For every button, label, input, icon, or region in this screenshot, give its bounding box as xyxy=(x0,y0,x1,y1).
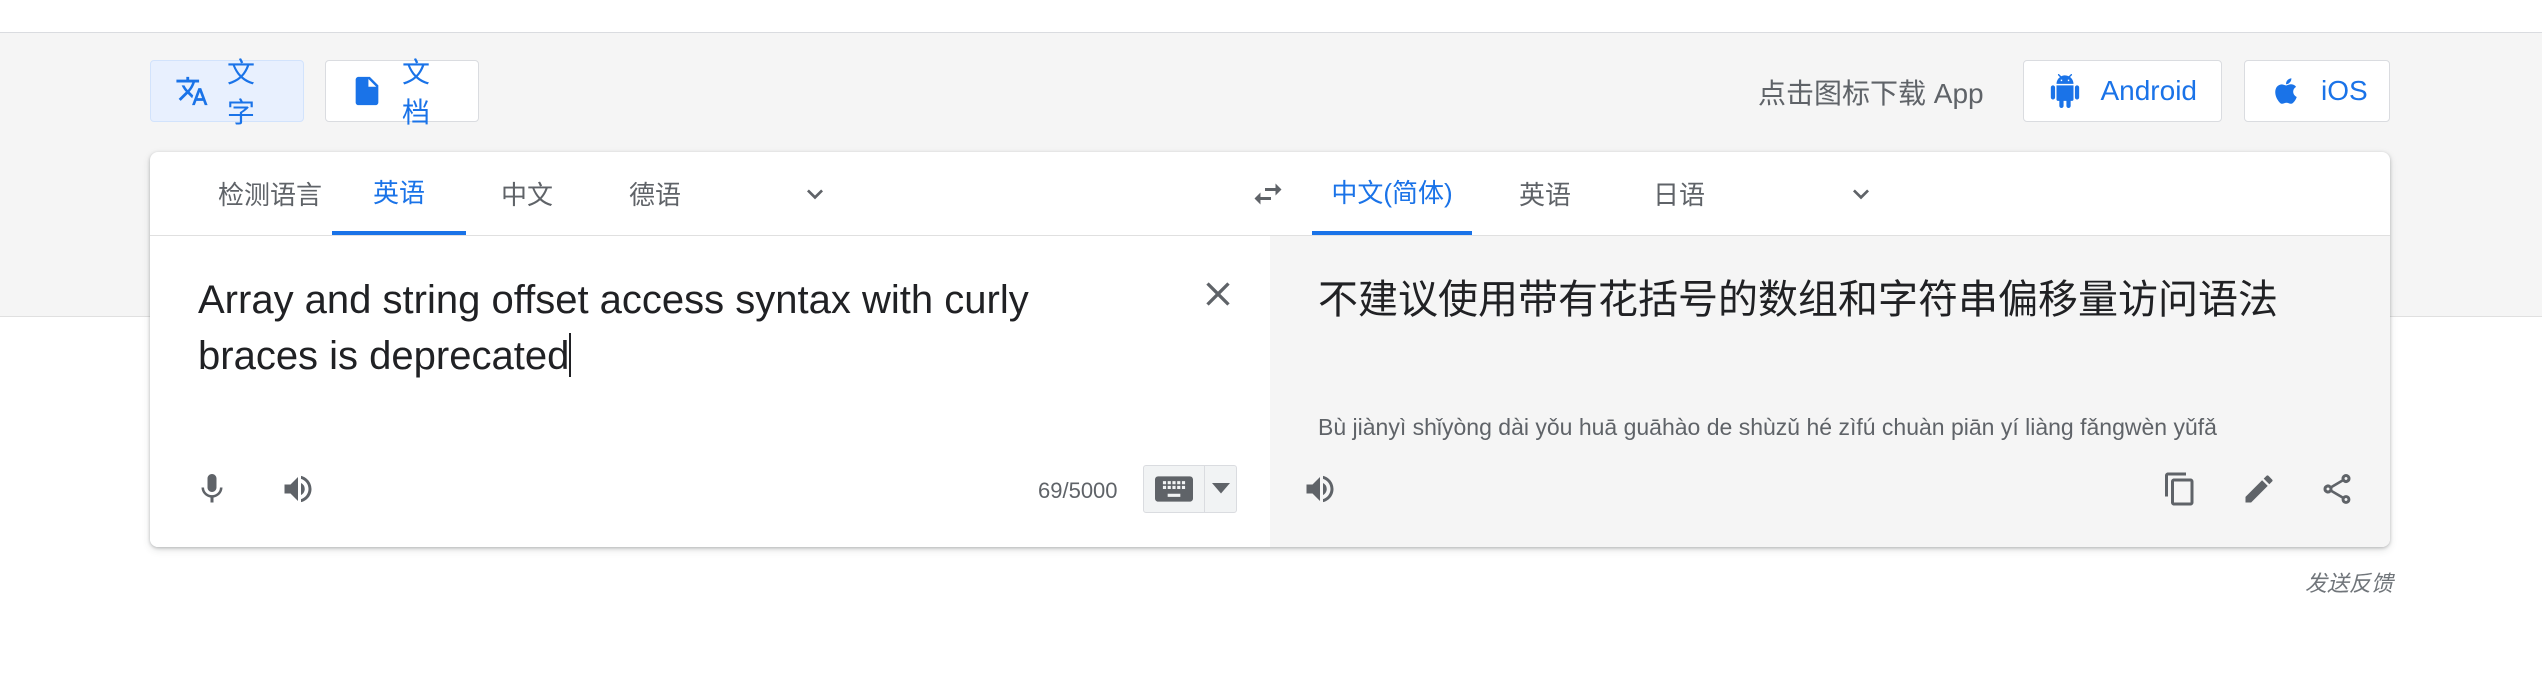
ios-label: iOS xyxy=(2321,75,2368,106)
text-mode-label: 文字 xyxy=(227,57,256,128)
source-text: Array and string offset access syntax wi… xyxy=(198,278,1029,378)
text-caret xyxy=(569,333,572,377)
pencil-icon[interactable] xyxy=(2235,465,2283,513)
copy-icon[interactable] xyxy=(2156,465,2204,513)
source-text-input[interactable]: Array and string offset access syntax wi… xyxy=(198,272,1148,384)
tab-label: 中文 xyxy=(500,180,553,210)
translation-text: 不建议使用带有花括号的数组和字符串偏移量访问语法 xyxy=(1318,278,2278,322)
speaker-icon[interactable] xyxy=(274,465,322,513)
swap-languages-icon[interactable] xyxy=(1248,176,1288,212)
microphone-icon[interactable] xyxy=(188,465,236,513)
translate-icon xyxy=(175,73,209,109)
top-bar xyxy=(0,0,2542,33)
tab-label: 日语 xyxy=(1652,180,1705,210)
apple-icon xyxy=(2269,73,2303,109)
keyboard-button[interactable] xyxy=(1143,465,1237,513)
tab-label: 德语 xyxy=(628,180,681,210)
document-mode-button[interactable]: 文档 xyxy=(325,57,479,128)
android-download-button[interactable]: Android xyxy=(2023,60,2222,122)
ios-download-button[interactable]: iOS xyxy=(2244,60,2390,122)
language-bar: 检测语言 英语 中文 德语 中文(简体) 英语 日语 xyxy=(150,152,2390,236)
tab-source-german[interactable]: 德语 xyxy=(600,152,710,235)
source-pane: Array and string offset access syntax wi… xyxy=(150,236,1270,547)
tab-label: 英语 xyxy=(372,178,425,208)
character-count: 69/5000 xyxy=(1038,478,1118,503)
tab-target-english[interactable]: 英语 xyxy=(1490,152,1600,235)
android-label: Android xyxy=(2100,75,2197,106)
keyboard-icon xyxy=(1144,466,1205,512)
keyboard-dropdown-icon xyxy=(1205,466,1236,512)
pinyin-romanization: Bù jiànyì shǐyòng dài yǒu huā guāhào de … xyxy=(1318,414,2217,440)
document-icon xyxy=(350,73,384,109)
target-pane: 不建议使用带有花括号的数组和字符串偏移量访问语法 Bù jiànyì shǐyò… xyxy=(1270,236,2390,547)
share-icon[interactable] xyxy=(2313,465,2361,513)
tab-target-japanese[interactable]: 日语 xyxy=(1624,152,1734,235)
document-mode-label: 文档 xyxy=(402,57,431,128)
speaker-icon[interactable] xyxy=(1296,465,1344,513)
more-target-languages-chevron-down-icon[interactable] xyxy=(1845,178,1877,210)
tab-label: 英语 xyxy=(1518,180,1571,210)
more-source-languages-chevron-down-icon[interactable] xyxy=(799,178,831,210)
send-feedback-link[interactable]: 发送反馈 xyxy=(2305,566,2393,598)
tab-source-english[interactable]: 英语 xyxy=(332,152,466,235)
translate-card: 检测语言 英语 中文 德语 中文(简体) 英语 日语 Array and str… xyxy=(150,152,2390,547)
tab-label: 检测语言 xyxy=(217,180,322,210)
android-icon xyxy=(2048,73,2082,109)
text-mode-button[interactable]: 文字 xyxy=(150,57,304,128)
tab-target-chinese-simplified[interactable]: 中文(简体) xyxy=(1312,152,1472,235)
tab-source-chinese[interactable]: 中文 xyxy=(472,152,582,235)
tab-label: 中文(简体) xyxy=(1331,178,1453,208)
tab-detect-language[interactable]: 检测语言 xyxy=(190,152,350,235)
download-prompt: 点击图标下载 App xyxy=(1758,78,1984,109)
close-icon[interactable] xyxy=(1198,274,1238,314)
